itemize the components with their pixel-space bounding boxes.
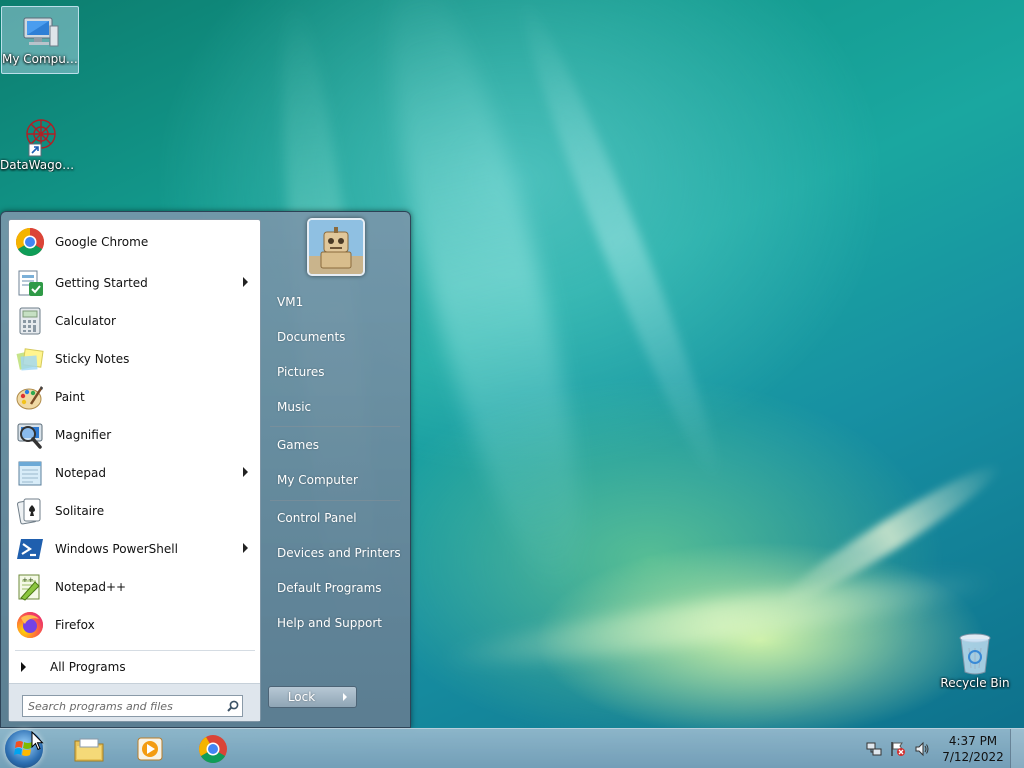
- media-player-icon: [137, 737, 163, 761]
- program-calculator[interactable]: Calculator: [13, 303, 258, 339]
- power-options-arrow-button[interactable]: [334, 686, 357, 708]
- clock-date: 7/12/2022: [942, 750, 1004, 764]
- sticky-notes-icon: [15, 344, 45, 374]
- all-programs-label: All Programs: [50, 660, 126, 674]
- program-paint[interactable]: Paint: [13, 379, 258, 415]
- recycle-bin-icon: [955, 630, 995, 676]
- expand-arrow-icon: [21, 662, 26, 672]
- action-center-flag-icon[interactable]: [890, 741, 906, 760]
- search-input[interactable]: [22, 695, 243, 717]
- start-links-divider: [270, 500, 400, 501]
- start-link-default-programs[interactable]: Default Programs: [268, 574, 403, 602]
- program-getting-started[interactable]: Getting Started: [13, 265, 258, 301]
- start-link-label: Documents: [277, 330, 346, 344]
- firefox-icon: [15, 610, 45, 640]
- submenu-arrow-icon[interactable]: [243, 467, 248, 477]
- start-link-music[interactable]: Music: [268, 393, 403, 421]
- start-link-label: Help and Support: [277, 616, 382, 630]
- start-link-games[interactable]: Games: [268, 431, 403, 459]
- start-links-divider: [270, 426, 400, 427]
- taskbar-file-explorer[interactable]: [71, 732, 107, 766]
- taskbar-media-player[interactable]: [132, 732, 168, 766]
- submenu-arrow-icon[interactable]: [243, 277, 248, 287]
- program-label: Paint: [55, 390, 85, 404]
- notepadpp-icon: ++: [15, 572, 45, 602]
- powershell-icon: [15, 534, 45, 564]
- volume-icon[interactable]: [914, 741, 930, 760]
- start-link-label: Games: [277, 438, 319, 452]
- program-label: Calculator: [55, 314, 116, 328]
- start-link-pictures[interactable]: Pictures: [268, 358, 403, 386]
- lock-button-label: Lock: [287, 690, 316, 704]
- start-link-label: Devices and Printers: [277, 546, 401, 560]
- start-link-label: Control Panel: [277, 511, 357, 525]
- getting-started-icon: [15, 268, 45, 298]
- taskbar: 4:37 PM 7/12/2022: [0, 728, 1024, 768]
- program-notepad[interactable]: Notepad: [13, 455, 258, 491]
- file-explorer-icon: [74, 738, 104, 762]
- solitaire-icon: [15, 496, 45, 526]
- start-link-label: VM1: [277, 295, 304, 309]
- program-label: Google Chrome: [55, 235, 149, 249]
- search-area: [9, 683, 260, 721]
- submenu-arrow-icon[interactable]: [243, 543, 248, 553]
- start-link-vm1[interactable]: VM1: [268, 288, 403, 316]
- start-link-help-and-support[interactable]: Help and Support: [268, 609, 403, 637]
- program-label: Notepad: [55, 466, 106, 480]
- chrome-icon: [199, 735, 227, 763]
- program-label: Windows PowerShell: [55, 542, 178, 556]
- desktop-icon-my-computer[interactable]: My Computer: [1, 6, 79, 74]
- desktop-icon-recycle-bin[interactable]: Recycle Bin: [936, 628, 1014, 698]
- program-windows-powershell[interactable]: Windows PowerShell: [13, 531, 258, 567]
- program-label: Magnifier: [55, 428, 112, 442]
- start-link-label: Music: [277, 400, 312, 414]
- svg-text:++: ++: [22, 576, 34, 584]
- datawagon-icon: [17, 114, 61, 158]
- search-icon[interactable]: [227, 700, 239, 715]
- start-link-label: Default Programs: [277, 581, 382, 595]
- all-programs-divider: [15, 650, 255, 651]
- calculator-icon: [15, 306, 45, 336]
- program-label: Solitaire: [55, 504, 105, 518]
- computer-icon: [20, 12, 60, 52]
- magnifier-icon: [15, 420, 45, 450]
- notepad-icon: [15, 458, 45, 488]
- program-solitaire[interactable]: Solitaire: [13, 493, 258, 529]
- mouse-cursor-icon: [31, 730, 44, 754]
- program-label: Notepad++: [55, 580, 127, 594]
- desktop-icon-label: Recycle Bin: [940, 676, 1010, 690]
- start-menu-programs-pane: Google Chrome Getting Started Calculator…: [8, 219, 261, 722]
- desktop-icon-label: My Computer: [2, 52, 78, 66]
- network-icon[interactable]: [866, 741, 882, 760]
- start-link-control-panel[interactable]: Control Panel: [268, 504, 403, 532]
- start-link-label: My Computer: [277, 473, 358, 487]
- taskbar-google-chrome[interactable]: [195, 732, 231, 766]
- paint-icon: [15, 382, 45, 412]
- desktop-icon-label: DataWagon...: [0, 158, 78, 172]
- start-link-devices-and-printers[interactable]: Devices and Printers: [268, 539, 403, 567]
- start-link-label: Pictures: [277, 365, 325, 379]
- clock-time: 4:37 PM: [948, 734, 998, 748]
- program-notepad-plus-plus[interactable]: ++ Notepad++: [13, 569, 258, 605]
- user-avatar[interactable]: [307, 218, 365, 276]
- program-label: Sticky Notes: [55, 352, 130, 366]
- chevron-right-icon: [343, 693, 347, 701]
- desktop-icon-datawagon[interactable]: DataWagon...: [0, 112, 78, 180]
- taskbar-clock[interactable]: 4:37 PM 7/12/2022: [930, 733, 1016, 765]
- lock-button[interactable]: Lock: [268, 686, 335, 708]
- program-magnifier[interactable]: Magnifier: [13, 417, 258, 453]
- show-desktop-button[interactable]: [1010, 729, 1024, 768]
- start-link-my-computer[interactable]: My Computer: [268, 466, 403, 494]
- start-link-documents[interactable]: Documents: [268, 323, 403, 351]
- program-label: Firefox: [55, 618, 95, 632]
- chrome-icon: [15, 227, 45, 257]
- program-label: Getting Started: [55, 276, 148, 290]
- program-sticky-notes[interactable]: Sticky Notes: [13, 341, 258, 377]
- program-google-chrome[interactable]: Google Chrome: [13, 224, 258, 260]
- all-programs-button[interactable]: All Programs: [13, 653, 258, 681]
- program-firefox[interactable]: Firefox: [13, 607, 258, 643]
- start-menu: Google Chrome Getting Started Calculator…: [0, 211, 411, 728]
